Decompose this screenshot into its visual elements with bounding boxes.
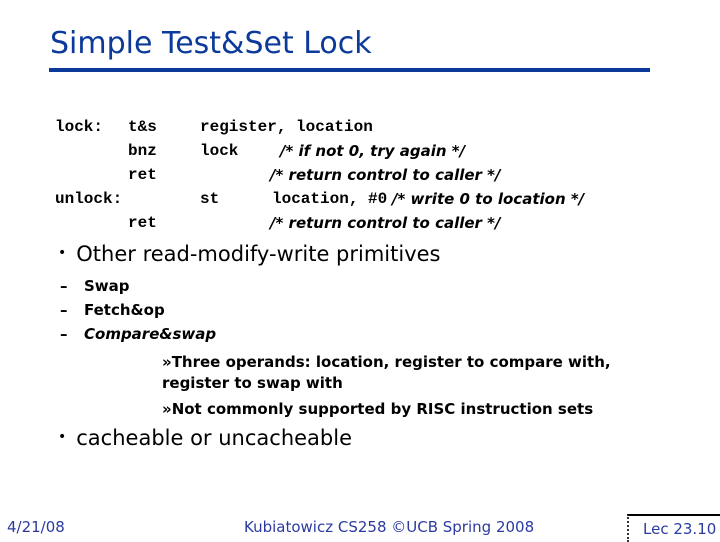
code-args: register, location xyxy=(200,118,373,136)
code-op: ret xyxy=(128,166,157,184)
code-comment: /* return control to caller */ xyxy=(270,214,501,232)
code-op: bnz xyxy=(128,142,157,160)
code-op: t&s xyxy=(128,118,157,136)
detail-line: »Not commonly supported by RISC instruct… xyxy=(162,400,594,418)
footer-date: 4/21/08 xyxy=(7,518,65,536)
dash-icon: – xyxy=(60,301,68,319)
bullet-text: cacheable or uncacheable xyxy=(76,426,353,450)
page-number-box: Lec 23.10 xyxy=(627,514,720,542)
dash-icon: – xyxy=(60,277,68,295)
sub-item: – Fetch&op xyxy=(60,301,165,319)
code-label: lock: xyxy=(55,118,104,136)
sub-item: – Compare&swap xyxy=(60,325,216,343)
code-args: lock xyxy=(200,142,239,160)
sub-item-text: Fetch&op xyxy=(84,301,165,319)
slide-title: Simple Test&Set Lock xyxy=(50,26,372,61)
code-op: ret xyxy=(128,214,157,232)
sub-item: – Swap xyxy=(60,277,130,295)
sub-item-text: Compare&swap xyxy=(84,325,217,343)
code-comment: /* return control to caller */ xyxy=(270,166,501,184)
code-label: unlock: xyxy=(55,190,123,208)
sub-item-text: Swap xyxy=(84,277,130,295)
bullet-icon: • xyxy=(58,429,67,445)
code-comment: /* write 0 to location */ xyxy=(392,190,585,208)
page-number: Lec 23.10 xyxy=(643,520,717,538)
bullet-item: • Other read-modify-write primitives xyxy=(58,242,440,266)
bullet-item: • cacheable or uncacheable xyxy=(58,426,352,450)
code-comment: /* if not 0, try again */ xyxy=(280,142,466,160)
code-op: st xyxy=(200,190,220,208)
code-args: location, #0 xyxy=(272,190,388,208)
detail-line: »Three operands: location, register to c… xyxy=(162,353,611,371)
footer-course: Kubiatowicz CS258 ©UCB Spring 2008 xyxy=(244,518,535,536)
title-underline xyxy=(49,68,650,72)
dash-icon: – xyxy=(60,325,68,343)
detail-line: register to swap with xyxy=(162,374,343,392)
bullet-text: Other read-modify-write primitives xyxy=(76,242,441,266)
bullet-icon: • xyxy=(58,245,67,261)
